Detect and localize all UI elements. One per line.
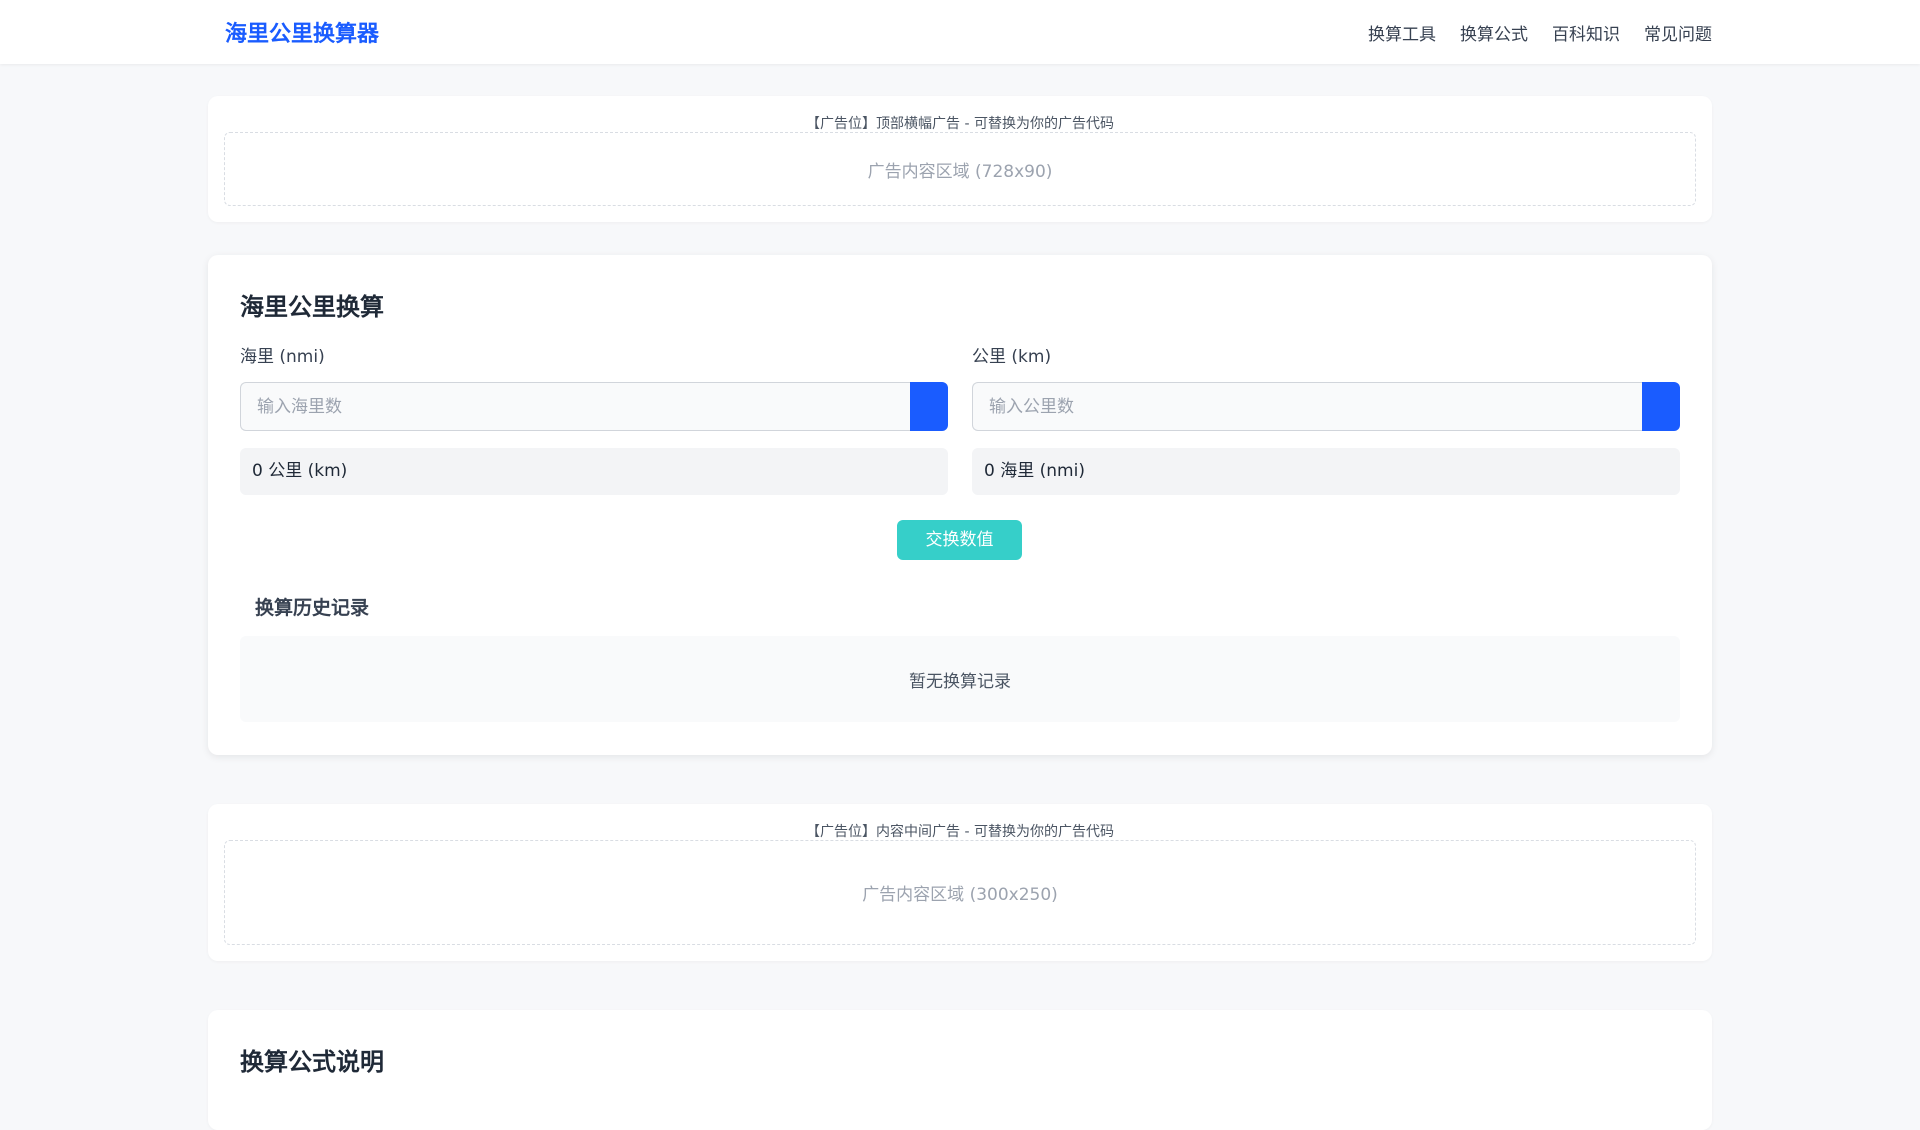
nmi-input-group — [240, 382, 948, 431]
ad-top: 【广告位】顶部横幅广告 - 可替换为你的广告代码 广告内容区域 (728x90) — [208, 96, 1712, 222]
nmi-input[interactable] — [240, 382, 910, 431]
converter-card: 海里公里换算 海里 (nmi) 0 公里 (km) 公里 (km) 0 海里 (… — [208, 255, 1712, 755]
history-empty: 暂无换算记录 — [240, 636, 1680, 722]
nmi-convert-button[interactable] — [910, 382, 948, 431]
nav: 换算工具 换算公式 百科知识 常见问题 — [1368, 20, 1712, 45]
km-convert-button[interactable] — [1642, 382, 1680, 431]
ad-top-content[interactable]: 广告内容区域 (728x90) — [224, 132, 1696, 206]
nav-item-tools[interactable]: 换算工具 — [1368, 20, 1436, 45]
km-input[interactable] — [972, 382, 1642, 431]
swap-button[interactable]: 交换数值 — [897, 520, 1022, 560]
formula-title: 换算公式说明 — [240, 1048, 384, 1076]
nav-item-faq[interactable]: 常见问题 — [1644, 20, 1712, 45]
km-result: 0 海里 (nmi) — [972, 448, 1680, 495]
ad-top-label: 【广告位】顶部横幅广告 - 可替换为你的广告代码 — [806, 116, 1114, 132]
ad-mid: 【广告位】内容中间广告 - 可替换为你的广告代码 广告内容区域 (300x250… — [208, 804, 1712, 961]
nmi-result: 0 公里 (km) — [240, 448, 948, 495]
converter-title: 海里公里换算 — [240, 293, 384, 321]
formula-card: 换算公式说明 — [208, 1010, 1712, 1130]
history-title: 换算历史记录 — [255, 597, 370, 619]
km-input-group — [972, 382, 1680, 431]
nav-item-wiki[interactable]: 百科知识 — [1552, 20, 1620, 45]
ad-mid-content[interactable]: 广告内容区域 (300x250) — [224, 840, 1696, 945]
header: 海里公里换算器 换算工具 换算公式 百科知识 常见问题 — [0, 0, 1920, 64]
logo[interactable]: 海里公里换算器 — [225, 16, 379, 48]
km-label: 公里 (km) — [972, 347, 1052, 367]
nmi-label: 海里 (nmi) — [240, 347, 325, 367]
nav-item-formula[interactable]: 换算公式 — [1460, 20, 1528, 45]
ad-mid-label: 【广告位】内容中间广告 - 可替换为你的广告代码 — [806, 824, 1114, 840]
